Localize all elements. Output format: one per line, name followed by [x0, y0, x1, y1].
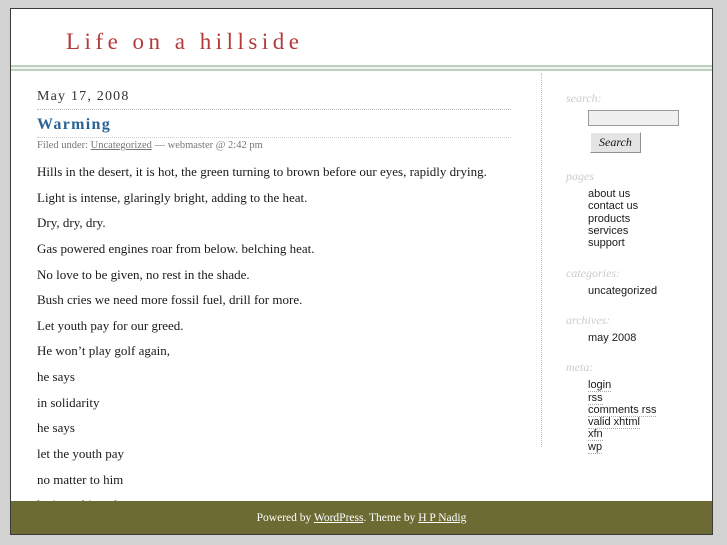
wordpress-link[interactable]: WordPress — [314, 512, 364, 524]
sidebar-item-comments-rss[interactable]: comments rss — [588, 403, 657, 417]
post-line: Hills in the desert, it is hot, the gree… — [37, 164, 487, 179]
sidebar-item-uncategorized[interactable]: uncategorized — [588, 285, 657, 297]
list-item[interactable]: comments rss — [588, 403, 712, 417]
pages-list: about us contact us products services su… — [566, 188, 712, 250]
sidebar-section-pages: pages about us contact us products servi… — [566, 169, 712, 250]
list-item[interactable]: xfn — [588, 428, 712, 442]
post-line: He won’t play golf again, — [37, 343, 170, 359]
sidebar-section-meta: meta: login rss comments rss valid xhtml… — [566, 360, 712, 454]
post-line: he says — [37, 420, 75, 436]
list-item[interactable]: contact us — [588, 200, 712, 212]
column-divider — [541, 73, 542, 447]
sidebar-item-products[interactable]: products — [588, 213, 630, 225]
post-line: Let youth pay for our greed. — [37, 317, 184, 333]
list-item[interactable]: wp — [588, 440, 712, 454]
post-meta-prefix: Filed under: — [37, 140, 89, 151]
sidebar-heading-archives: archives: — [566, 312, 611, 327]
post-line: No love to be given, no rest in the shad… — [37, 266, 250, 282]
sidebar-item-may-2008[interactable]: may 2008 — [588, 332, 636, 344]
list-item[interactable]: rss — [588, 391, 712, 405]
footer-text: Powered by WordPress. Theme by H P Nadig — [257, 512, 467, 524]
sidebar-heading-meta: meta: — [566, 360, 594, 375]
list-item[interactable]: products — [588, 213, 712, 225]
sidebar-heading-categories: categories: — [566, 265, 620, 280]
post-line: Gas powered engines roar from below. bel… — [37, 240, 315, 256]
sidebar-section-categories: categories: uncategorized — [566, 265, 712, 297]
archives-list: may 2008 — [566, 332, 712, 344]
list-item[interactable]: about us — [588, 188, 712, 200]
sidebar-item-wp[interactable]: wp — [588, 440, 603, 454]
page-container: Life on a hillside May 17, 2008 Warming … — [10, 8, 713, 535]
footer-middle: . Theme by — [363, 512, 419, 524]
post-title: Warming — [37, 116, 511, 138]
list-item[interactable]: may 2008 — [588, 332, 712, 344]
post-line: Bush cries we need more fossil fuel, dri… — [37, 292, 303, 308]
list-item[interactable]: uncategorized — [588, 285, 712, 297]
categories-list: uncategorized — [566, 285, 712, 297]
sidebar-item-contact-us[interactable]: contact us — [588, 200, 638, 212]
theme-author-link[interactable]: H P Nadig — [418, 512, 466, 524]
post-category-link[interactable]: Uncategorized — [91, 140, 152, 151]
post-line: he says — [37, 369, 75, 385]
sidebar-heading-search: search: — [566, 91, 602, 105]
sidebar-item-valid-xhtml[interactable]: valid xhtml — [588, 416, 640, 430]
sidebar-item-services[interactable]: services — [588, 225, 628, 237]
site-footer: Powered by WordPress. Theme by H P Nadig — [11, 501, 712, 534]
post-line: in solidarity — [37, 394, 100, 410]
sidebar-item-about-us[interactable]: about us — [588, 188, 630, 200]
post-date: May 17, 2008 — [37, 89, 511, 110]
sidebar-section-archives: archives: may 2008 — [566, 312, 712, 344]
post-line: Dry, dry, dry. — [37, 215, 106, 231]
sidebar-heading-pages: pages — [566, 169, 594, 183]
search-button[interactable]: Search — [590, 132, 641, 153]
site-title: Life on a hillside — [66, 29, 304, 54]
post-meta: Filed under: Uncategorized — webmaster @… — [37, 140, 511, 151]
sidebar-item-login[interactable]: login — [588, 379, 612, 393]
list-item[interactable]: login — [588, 379, 712, 393]
post-meta-suffix: — webmaster @ 2:42 pm — [154, 140, 263, 151]
post-line: Light is intense, glaringly bright, addi… — [37, 189, 308, 205]
sidebar-section-search: search: Search — [566, 91, 712, 153]
sidebar: search: Search pages about us contact us… — [566, 91, 712, 469]
list-item[interactable]: valid xhtml — [588, 416, 712, 430]
footer-prefix: Powered by — [256, 512, 314, 524]
post-line: no matter to him — [37, 471, 124, 487]
list-item[interactable]: support — [588, 237, 712, 249]
post-body: Hills in the desert, it is hot, the gree… — [37, 164, 511, 534]
sidebar-item-xfn[interactable]: xfn — [588, 428, 603, 442]
main-content: May 17, 2008 Warming Filed under: Uncate… — [11, 71, 531, 534]
sidebar-item-rss[interactable]: rss — [588, 391, 603, 405]
body-columns: May 17, 2008 Warming Filed under: Uncate… — [11, 71, 712, 534]
sidebar-item-support[interactable]: support — [588, 237, 625, 249]
meta-list: login rss comments rss valid xhtml xfn w… — [566, 379, 712, 454]
post-line: let the youth pay — [37, 446, 125, 462]
site-header: Life on a hillside — [11, 9, 712, 65]
search-input[interactable] — [588, 110, 679, 126]
list-item[interactable]: services — [588, 225, 712, 237]
